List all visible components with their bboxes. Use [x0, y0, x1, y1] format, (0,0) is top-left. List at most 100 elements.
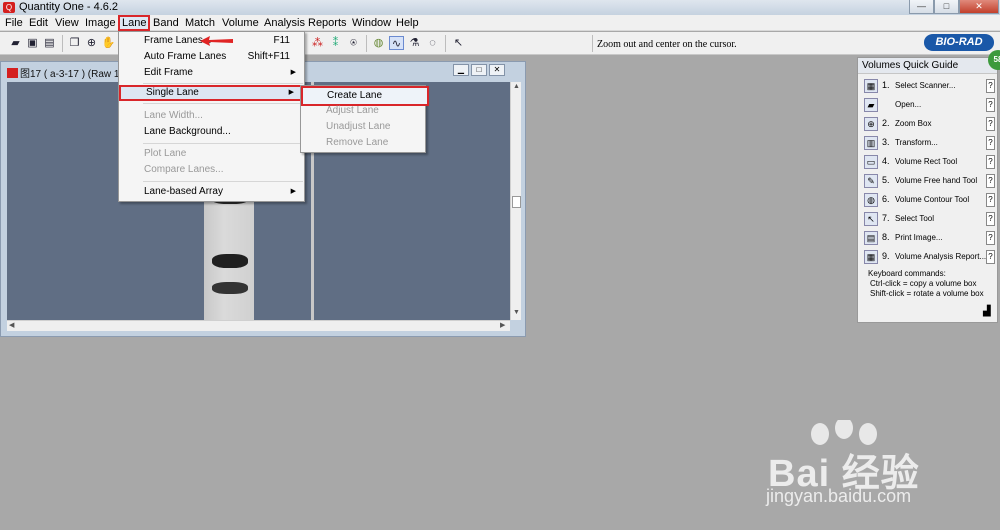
minimize-button[interactable]: —: [909, 0, 934, 14]
menu-volume[interactable]: Volume: [219, 15, 262, 31]
menu-bar: File Edit View Image Lane Band Match Vol…: [0, 15, 1000, 31]
document-icon: [7, 68, 18, 78]
scroll-thumb[interactable]: [512, 196, 521, 208]
save-icon[interactable]: ▣: [25, 36, 40, 50]
menu-edit[interactable]: Edit: [26, 15, 51, 31]
help-button[interactable]: ?: [986, 155, 995, 169]
help-button[interactable]: ?: [986, 136, 995, 150]
volume-rect-icon: ▭: [864, 155, 878, 169]
help-button[interactable]: ?: [986, 250, 995, 264]
zoom-icon[interactable]: ⊕: [84, 36, 99, 50]
help-button[interactable]: ?: [986, 174, 995, 188]
title-bar: Q Quantity One - 4.6.2 — □ ✕: [0, 0, 1000, 15]
menu-view[interactable]: View: [52, 15, 82, 31]
menu-window[interactable]: Window: [349, 15, 394, 31]
open-icon[interactable]: ▰: [8, 36, 23, 50]
submenu-arrow-icon: ▶: [288, 89, 294, 96]
toolbar-separator: [62, 35, 63, 52]
match-tool-icon[interactable]: ⍟: [346, 36, 361, 50]
circle-tool-icon[interactable]: ◌: [425, 36, 440, 50]
menu-item-plot-lane[interactable]: Plot Lane: [119, 146, 304, 162]
submenu-item-unadjust-lane[interactable]: Unadjust Lane: [301, 119, 425, 135]
copy-icon[interactable]: ❐: [67, 36, 82, 50]
menu-item-lane-background[interactable]: Lane Background...: [119, 124, 304, 140]
app-icon: Q: [3, 2, 15, 13]
menu-item-compare-lanes[interactable]: Compare Lanes...: [119, 162, 304, 178]
menu-analysis[interactable]: Analysis: [261, 15, 308, 31]
quick-item[interactable]: ▰ Open...?: [864, 97, 996, 114]
menu-lane[interactable]: Lane: [118, 15, 151, 31]
zoom-icon: ⊕: [864, 117, 878, 131]
quick-item[interactable]: ✎ 5. Volume Free hand Tool?: [864, 173, 996, 190]
quick-item[interactable]: ▦ 9. Volume Analysis Report...?: [864, 249, 996, 266]
band-tool-icon[interactable]: ⁑: [328, 36, 343, 50]
status-text: Zoom out and center on the cursor.: [597, 39, 737, 50]
scroll-right-arrow[interactable]: ▶: [500, 321, 505, 331]
menu-reports[interactable]: Reports: [305, 15, 350, 31]
quick-item[interactable]: ◍ 6. Volume Contour Tool?: [864, 192, 996, 209]
resize-grip-icon[interactable]: ▟: [983, 306, 991, 317]
menu-separator: [143, 143, 303, 144]
vertical-scrollbar[interactable]: ▲ ▼: [510, 82, 521, 320]
quick-guide-title: Volumes Quick Guide: [858, 58, 997, 74]
close-button[interactable]: ✕: [959, 0, 999, 14]
menu-separator: [143, 83, 303, 84]
help-button[interactable]: ?: [986, 212, 995, 226]
contour-tool-icon[interactable]: ∿: [389, 36, 404, 50]
quick-item[interactable]: ▭ 4. Volume Rect Tool?: [864, 154, 996, 171]
scroll-down-arrow[interactable]: ▼: [513, 308, 520, 318]
doc-maximize-button[interactable]: □: [471, 64, 487, 76]
gel-band: [212, 282, 248, 294]
scroll-up-arrow[interactable]: ▲: [513, 82, 520, 92]
quick-item[interactable]: ▥ 3. Transform...?: [864, 135, 996, 152]
lane-tool-icon[interactable]: ⁂: [310, 36, 325, 50]
menu-item-auto-frame-lanes[interactable]: Auto Frame Lanes Shift+F11: [119, 49, 304, 65]
print-icon: ▤: [864, 231, 878, 245]
quick-item[interactable]: ↖ 7. Select Tool?: [864, 211, 996, 228]
submenu-arrow-icon: ▶: [290, 188, 296, 195]
open-icon: ▰: [864, 98, 878, 112]
freehand-tool-icon[interactable]: ⚗: [407, 36, 422, 50]
report-icon: ▦: [864, 250, 878, 264]
contour-icon: ◍: [864, 193, 878, 207]
single-lane-submenu: Create Lane Adjust Lane Unadjust Lane Re…: [300, 85, 429, 153]
menu-image[interactable]: Image: [82, 15, 119, 31]
freehand-icon: ✎: [864, 174, 878, 188]
submenu-item-adjust-lane[interactable]: Adjust Lane: [301, 103, 425, 119]
print-icon[interactable]: ▤: [42, 36, 57, 50]
toolbar-separator: [592, 35, 593, 52]
submenu-item-remove-lane[interactable]: Remove Lane: [301, 135, 425, 151]
lane-menu-dropdown: Frame Lanes... F11 Auto Frame Lanes Shift+…: [118, 31, 305, 202]
quick-item[interactable]: ▦ 1. Select Scanner...?: [864, 78, 996, 95]
pointer-icon[interactable]: ↖: [451, 36, 466, 50]
menu-match[interactable]: Match: [182, 15, 218, 31]
menu-item-lane-width[interactable]: Lane Width...: [119, 108, 304, 124]
maximize-button[interactable]: □: [934, 0, 959, 14]
watermark-url: jingyan.baidu.com: [766, 486, 912, 506]
app-title: Quantity One - 4.6.2: [19, 1, 119, 13]
menu-help[interactable]: Help: [393, 15, 422, 31]
help-button[interactable]: ?: [986, 79, 995, 93]
document-title-text: 图17 ( a-3-17 ) (Raw 1: [20, 69, 120, 80]
quick-item[interactable]: ▤ 8. Print Image...?: [864, 230, 996, 247]
horizontal-scrollbar[interactable]: ◀ ▶: [7, 320, 510, 331]
help-button[interactable]: ?: [986, 231, 995, 245]
keyboard-commands: Keyboard commands: Ctrl-click = copy a v…: [868, 269, 984, 298]
doc-minimize-button[interactable]: ▁: [453, 64, 469, 76]
menu-item-edit-frame[interactable]: Edit Frame ▶: [119, 65, 304, 81]
menu-file[interactable]: File: [2, 15, 26, 31]
help-button[interactable]: ?: [986, 98, 995, 112]
help-button[interactable]: ?: [986, 117, 995, 131]
select-tool-icon: ↖: [864, 212, 878, 226]
menu-separator: [143, 181, 303, 182]
menu-item-lane-based-array[interactable]: Lane-based Array ▶: [119, 184, 304, 200]
scroll-left-arrow[interactable]: ◀: [9, 321, 14, 331]
volume-tool-icon[interactable]: ◍: [371, 36, 386, 50]
biorad-logo: BIO-RAD: [924, 34, 994, 51]
quick-item[interactable]: ⊕ 2. Zoom Box?: [864, 116, 996, 133]
doc-close-button[interactable]: ✕: [489, 64, 505, 76]
menu-item-single-lane[interactable]: Single Lane ▶: [119, 85, 304, 101]
help-button[interactable]: ?: [986, 193, 995, 207]
hand-icon[interactable]: ✋: [101, 36, 116, 50]
menu-band[interactable]: Band: [150, 15, 182, 31]
